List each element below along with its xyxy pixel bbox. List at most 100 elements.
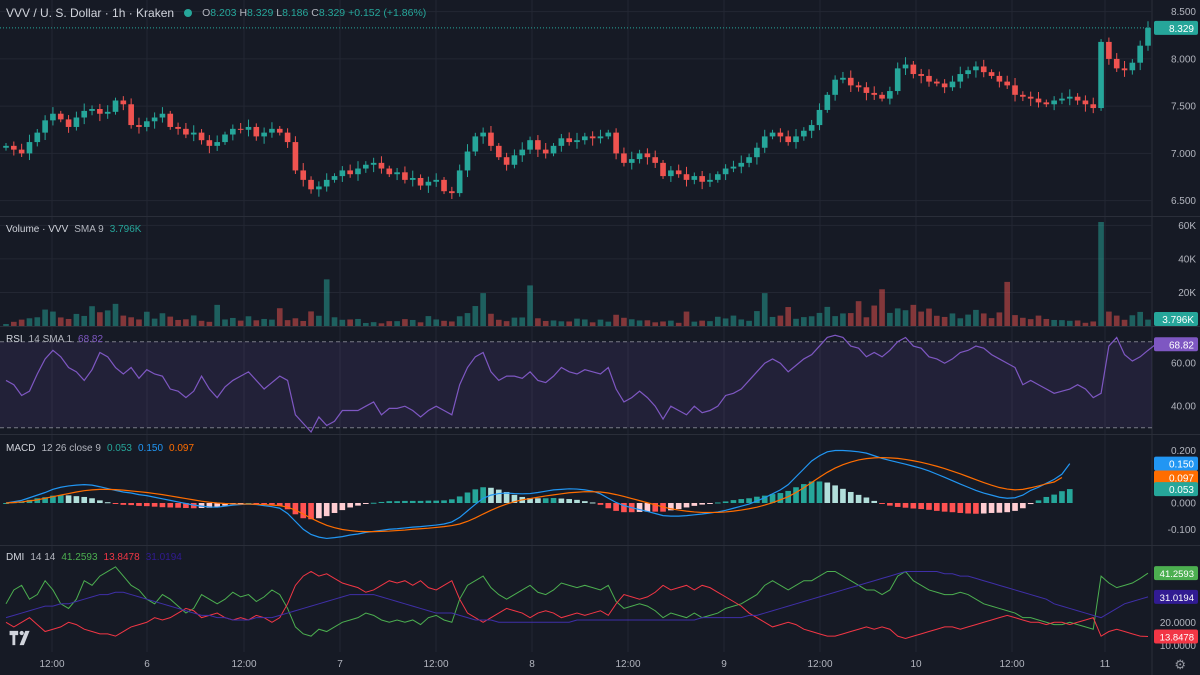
candle-body [222,134,228,143]
candle-body [159,113,166,118]
candle-body [722,168,729,175]
macd-histogram-bar [323,503,330,517]
volume-bar [801,317,807,326]
volume-bar [707,321,713,326]
volume-bar [409,319,416,326]
adx-badge-label: 31.0194 [1160,593,1194,604]
dmi-minus-value: 13.8478 [103,552,140,563]
candle-body [198,132,205,141]
macd-histogram-bar [378,501,385,503]
macd-histogram-bar [409,500,416,503]
macd-signal-value: 0.097 [169,443,195,454]
time-axis-label: 11 [1100,659,1111,670]
volume-bar [1121,319,1128,326]
macd-histogram-bar [402,500,408,503]
volume-tick-label: 40K [1178,254,1196,265]
candle-body [402,172,408,180]
macd-histogram-bar [808,481,815,503]
volume-bar [1027,319,1034,326]
volume-bar [918,311,924,326]
candle-body [386,168,393,175]
candle-body [276,128,283,133]
candle-body [409,177,416,180]
volume-bar [167,316,174,326]
candle-body [863,87,870,93]
candle-body [339,170,346,177]
volume-bar [97,312,103,326]
candle-body [42,120,48,133]
volume-bar [26,318,33,326]
macd-line-value: 0.150 [137,443,164,454]
volume-bar [808,316,815,326]
time-axis-label: 12:00 [231,659,256,670]
chart-canvas[interactable]: 8.500 8.000 7.500 7.000 6.500 8.329 60K 40K 20K 3… [0,0,1200,675]
volume-bar [761,293,768,326]
macd-histogram-bar [558,498,565,503]
macd-label: MACD [6,443,36,454]
macd-histogram-bar [300,503,307,519]
candle-body [707,179,713,182]
candle-body [245,126,252,130]
candle-body [269,128,275,133]
candle-body [73,117,80,127]
macd-histogram-bar [542,498,549,503]
candle-body [691,176,698,180]
volume-bar [198,320,205,326]
macd-histogram-bar [57,495,64,503]
macd-histogram-value: 0.053 [106,443,132,454]
macd-histogram-bar [151,503,158,507]
candle-body [683,174,690,180]
volume-bar [425,316,432,326]
macd-histogram-bar [746,498,752,503]
macd-histogram-bar [347,503,353,508]
time-axis-label: 12:00 [807,659,832,670]
rsi-legend[interactable]: RSI 14 SMA 1 68.82 [6,334,103,345]
candle-body [1051,100,1057,105]
volume-legend[interactable]: Volume · VVV SMA 9 3.796K [6,224,141,235]
volume-bar [1043,318,1050,326]
rsi-value: 68.82 [78,334,104,345]
volume-bar [362,322,369,326]
candle-body [621,153,627,163]
symbol-title[interactable]: VVV / U. S. Dollar · 1h · Kraken [6,6,174,20]
volume-bar [112,303,119,326]
macd-legend[interactable]: MACD 12 26 close 9 0.053 0.150 0.097 [6,443,194,454]
time-axis-label: 12:00 [999,659,1024,670]
candle-body [323,179,330,187]
candle-body [574,140,580,143]
dmi-legend[interactable]: DMI 14 14 41.2593 13.8478 31.0194 [6,552,182,563]
last-price-label: 8.329 [1169,24,1194,35]
time-axis-label: 12:00 [423,659,448,670]
volume-bar [276,308,283,326]
candle-body [793,136,799,143]
macd-histogram-bar [316,503,322,519]
volume-bar [1145,319,1151,326]
candle-body [613,132,619,154]
chart-settings-gear-icon[interactable]: ⚙ [1174,657,1186,673]
macd-histogram-bar [566,499,572,503]
ohlc-readout: O8.203 H8.329 L8.186 C8.329 +0.152 (+1.8… [202,7,427,19]
macd-histogram-bar [840,488,846,503]
candle-body [284,132,291,143]
volume-bar [378,323,385,326]
macd-histogram-bar [777,493,784,503]
macd-line-badge-label: 0.150 [1169,460,1194,471]
macd-histogram-bar [386,501,393,503]
dmi-minus-badge-label: 13.8478 [1160,632,1194,643]
volume-bar [261,318,267,326]
time-axis-label: 12:00 [615,659,640,670]
macd-histogram-bar [136,503,142,506]
volume-bar [1059,320,1065,326]
volume-bar [1004,281,1011,326]
volume-bar [18,319,25,326]
candle-body [347,170,353,175]
candle-body [894,68,901,92]
rsi-band-fill [0,341,1152,428]
macd-histogram-bar [714,502,721,504]
tradingview-logo-icon[interactable] [8,628,34,648]
volume-bar [824,306,831,326]
volume-bar [855,301,862,326]
volume-bar [535,318,541,326]
candle-body [511,155,518,165]
candle-body [495,145,502,158]
